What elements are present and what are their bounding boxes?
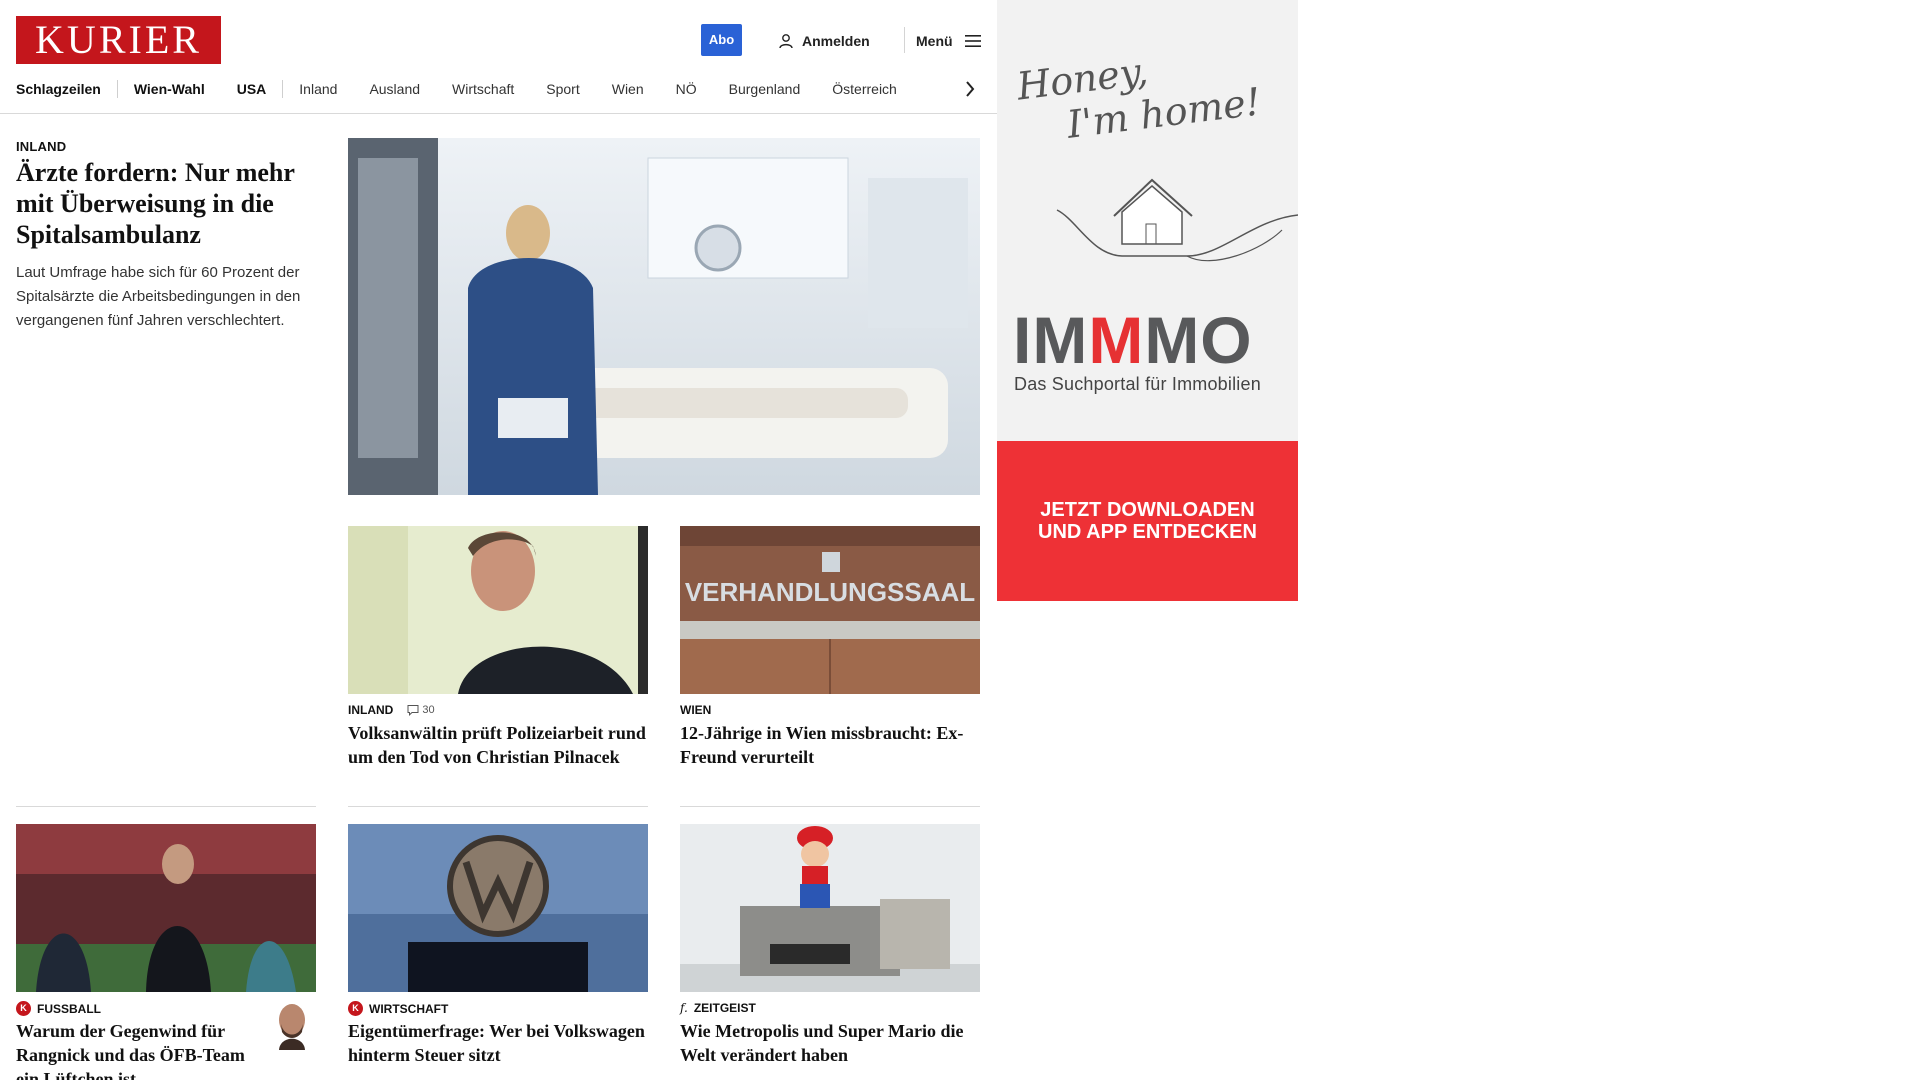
- card-image-vw-logo[interactable]: [348, 824, 648, 992]
- menu-button[interactable]: Menü: [916, 30, 981, 52]
- card-meta: INLAND 30: [348, 703, 435, 717]
- nav-item-usa[interactable]: USA: [237, 81, 267, 97]
- author-avatar[interactable]: [272, 1000, 312, 1050]
- user-icon: [779, 34, 793, 49]
- lead-kicker: INLAND: [16, 139, 67, 154]
- nav-item-wirtschaft[interactable]: Wirtschaft: [452, 81, 514, 97]
- card-image-super-mario[interactable]: [680, 824, 980, 992]
- kurier-plus-badge-icon: K: [348, 1001, 363, 1016]
- divider: [348, 806, 648, 807]
- card-headline[interactable]: Eigentümerfrage: Wer bei Volkswagen hint…: [348, 1019, 648, 1067]
- comment-count[interactable]: 30: [407, 704, 435, 716]
- zeitgeist-badge-icon: f.: [680, 1001, 688, 1015]
- nav-item-schlagzeilen[interactable]: Schlagzeilen: [16, 81, 101, 97]
- immmo-advertisement[interactable]: Honey, I'm home! IMMMO Das Suchportal fü…: [997, 0, 1298, 601]
- card-headline[interactable]: Wie Metropolis und Super Mario die Welt …: [680, 1019, 980, 1067]
- card-meta: WIEN: [680, 703, 711, 717]
- nav-divider: [116, 80, 118, 98]
- nav-item-wien[interactable]: Wien: [612, 81, 644, 97]
- lead-image-hospital[interactable]: [348, 138, 980, 495]
- lead-teaser: Laut Umfrage habe sich für 60 Prozent de…: [16, 264, 301, 329]
- ad-script-heading: Honey, I'm home!: [1015, 36, 1264, 153]
- nav-item-noe[interactable]: NÖ: [676, 81, 697, 97]
- card-kicker: WIRTSCHAFT: [369, 1001, 449, 1016]
- immmo-wordmark: IMMMO: [1013, 305, 1253, 375]
- card-image-portrait[interactable]: [348, 526, 648, 694]
- card-kicker: FUSSBALL: [37, 1001, 101, 1016]
- card-meta: f. ZEITGEIST: [680, 1001, 756, 1015]
- card-image-football[interactable]: [16, 824, 316, 992]
- ad-download-button[interactable]: JETZT DOWNLOADEN UND APP ENTDECKEN: [997, 441, 1298, 601]
- card-meta: K WIRTSCHAFT: [348, 1001, 448, 1016]
- brand-part: IM: [1013, 303, 1089, 377]
- chevron-right-icon[interactable]: [962, 78, 978, 100]
- site-header: KURIER Abo Anmelden Menü Schlagzeilen Wi…: [0, 0, 997, 114]
- comment-icon: [407, 705, 419, 716]
- header-divider: [904, 27, 905, 53]
- house-in-hand-icon: [1056, 178, 1298, 262]
- menu-label: Menü: [916, 33, 953, 49]
- login-label: Anmelden: [802, 33, 870, 49]
- abo-button[interactable]: Abo: [701, 24, 742, 56]
- nav-item-sport[interactable]: Sport: [546, 81, 579, 97]
- brand-part: MO: [1144, 303, 1253, 377]
- courtroom-sign-text: VERHANDLUNGSSAAL: [685, 577, 975, 607]
- card-meta: K FUSSBALL: [16, 1001, 101, 1016]
- kurier-plus-badge-icon: K: [16, 1001, 31, 1016]
- kurier-logo[interactable]: KURIER: [16, 16, 221, 64]
- card-headline[interactable]: Volksanwältin prüft Polizeiarbeit rund u…: [348, 721, 648, 769]
- card-kicker: ZEITGEIST: [693, 1001, 756, 1015]
- ad-cta-label: JETZT DOWNLOADEN UND APP ENTDECKEN: [1038, 499, 1257, 543]
- nav-item-inland[interactable]: Inland: [299, 81, 337, 97]
- ad-tagline: Das Suchportal für Immobilien: [1014, 374, 1261, 394]
- hamburger-icon: [964, 35, 981, 47]
- nav-item-burgenland[interactable]: Burgenland: [729, 81, 801, 97]
- nav-item-wien-wahl[interactable]: Wien-Wahl: [134, 81, 205, 97]
- card-kicker: WIEN: [680, 703, 712, 717]
- card-headline[interactable]: 12-Jährige in Wien missbraucht: Ex-Freun…: [680, 721, 980, 769]
- card-headline[interactable]: Warum der Gegenwind für Rangnick und das…: [16, 1019, 256, 1080]
- nav-divider: [282, 80, 284, 98]
- section-nav: Schlagzeilen Wien-Wahl USA Inland Auslan…: [16, 78, 929, 100]
- divider: [16, 806, 316, 807]
- comment-count-value: 30: [422, 704, 435, 716]
- lead-headline[interactable]: Ärzte fordern: Nur mehr mit Überweisung …: [16, 157, 326, 250]
- card-kicker: INLAND: [348, 703, 394, 717]
- brand-part-accent: M: [1088, 303, 1145, 377]
- divider: [680, 806, 980, 807]
- card-image-courtroom[interactable]: VERHANDLUNGSSAAL: [680, 526, 980, 694]
- nav-item-oesterreich[interactable]: Österreich: [832, 81, 897, 97]
- nav-item-ausland[interactable]: Ausland: [369, 81, 420, 97]
- login-button[interactable]: Anmelden: [778, 30, 870, 52]
